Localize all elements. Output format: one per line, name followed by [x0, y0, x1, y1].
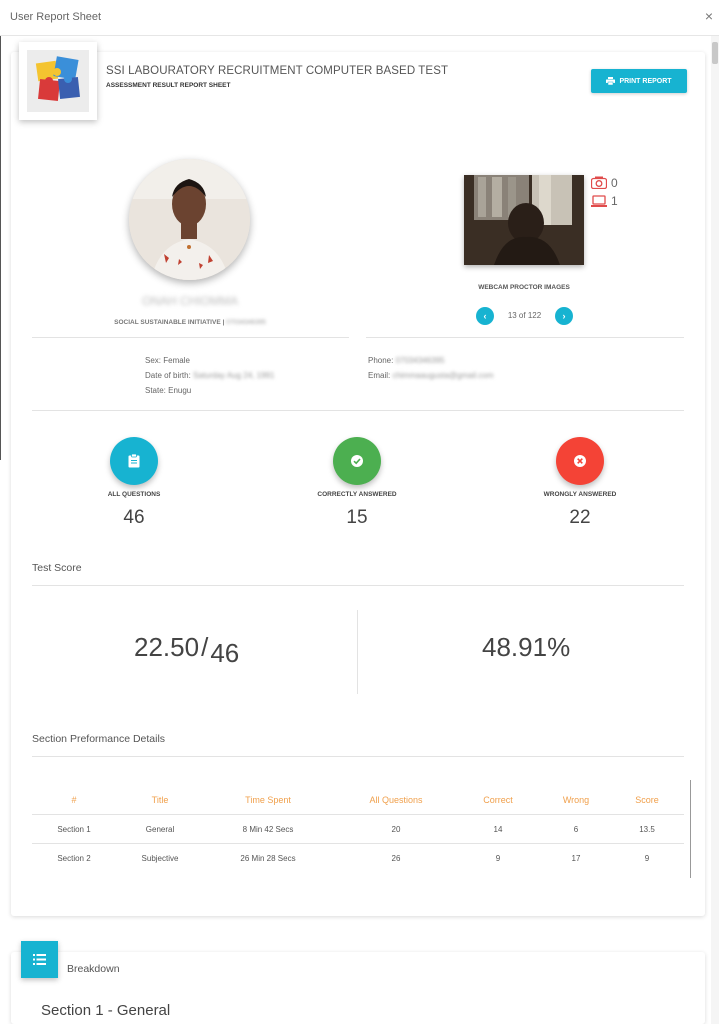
state-row: State: Enugu [145, 386, 192, 395]
cross-icon [574, 455, 586, 467]
print-report-button[interactable]: PRINT REPORT [591, 69, 687, 93]
contact-info: Phone: 07034346395 Email: chimmaaugusta@… [368, 353, 494, 383]
wrong-answers-badge [556, 437, 604, 485]
org-logo [19, 42, 97, 120]
correct-answers-badge [333, 437, 381, 485]
score-value: 22.50/46 [134, 632, 240, 668]
all-questions-label: ALL QUESTIONS [107, 491, 161, 498]
user-name: ONAH CHIOMMA [142, 294, 238, 308]
camera-icon [591, 176, 607, 189]
camera-count: 0 [611, 176, 618, 190]
test-score-heading: Test Score [32, 562, 82, 574]
modal-header: User Report Sheet × [0, 0, 719, 36]
phone-row: Phone: 07034346395 [368, 356, 445, 365]
column-header: Correct [483, 795, 513, 805]
previous-image-button[interactable]: ‹ [476, 307, 494, 325]
next-image-button[interactable]: › [555, 307, 573, 325]
scrollbar-track[interactable] [711, 36, 719, 1024]
table-header-row: # Title Time Spent All Questions Correct… [32, 786, 684, 815]
score-percentage: 48.91% [482, 632, 571, 662]
check-icon [351, 455, 363, 467]
column-header: All Questions [369, 795, 423, 805]
chevron-left-icon: ‹ [483, 311, 487, 321]
page-subtitle: ASSESSMENT RESULT REPORT SHEET [106, 82, 231, 89]
column-header: Score [635, 795, 659, 805]
webcam-label: WEBCAM PROCTOR IMAGES [478, 284, 570, 291]
pager-text: 13 of 122 [507, 311, 542, 320]
list-icon [33, 954, 46, 965]
modal-title: User Report Sheet [10, 11, 102, 23]
section-performance-table: # Title Time Spent All Questions Correct… [32, 786, 684, 873]
divider [32, 410, 684, 411]
score-divider [357, 610, 358, 694]
divider [32, 756, 684, 757]
chevron-right-icon: › [562, 311, 566, 321]
webcam-pager: ‹ 13 of 122 › [476, 307, 573, 325]
breakdown-button[interactable] [21, 941, 58, 978]
table-scroll-edge [690, 780, 691, 878]
wrong-answers-label: WRONGLY ANSWERED [543, 491, 617, 498]
print-report-label: PRINT REPORT [619, 77, 672, 85]
breakdown-section-title: Section 1 - General [41, 1002, 171, 1019]
all-questions-badge [110, 437, 158, 485]
correct-answers-label: CORRECTLY ANSWERED [317, 491, 397, 498]
user-organization: SOCIAL SUSTAINABLE INITIATIVE | 07034346… [114, 319, 266, 326]
column-header: Time Spent [245, 795, 291, 805]
organization-phone: 07034346395 [226, 319, 266, 326]
table-row: Section 1 General 8 Min 42 Secs 20 14 6 … [32, 815, 684, 844]
column-header: Wrong [562, 795, 590, 805]
divider [366, 337, 684, 338]
laptop-icon [591, 195, 607, 207]
all-questions-value: 46 [123, 507, 145, 528]
dob-row: Date of birth: Saturday Aug 24, 1991 [145, 371, 275, 380]
breakdown-label: Breakdown [67, 963, 120, 975]
divider [32, 337, 349, 338]
screen-count: 1 [611, 194, 618, 208]
sex-row: Sex: Female [145, 356, 190, 365]
puzzle-logo-icon [35, 56, 80, 101]
email-row: Email: chimmaaugusta@gmail.com [368, 371, 494, 380]
divider [32, 585, 684, 586]
table-row: Section 2 Subjective 26 Min 28 Secs 26 9… [57, 854, 650, 863]
scrollbar-thumb[interactable] [712, 42, 718, 64]
correct-answers-value: 15 [346, 507, 368, 528]
avatar [129, 159, 250, 280]
wrong-answers-value: 22 [569, 507, 591, 528]
clipboard-icon [128, 454, 140, 468]
webcam-proctor-image[interactable] [464, 175, 584, 265]
page-title: SSI LABOURATORY RECRUITMENT COMPUTER BAS… [106, 65, 449, 77]
section-performance-heading: Section Preformance Details [32, 733, 166, 745]
close-icon[interactable]: × [705, 8, 713, 24]
column-header: # [71, 795, 77, 805]
personal-info: Sex: Female Date of birth: Saturday Aug … [145, 353, 274, 398]
printer-icon [606, 77, 616, 85]
column-header: Title [151, 795, 169, 805]
backdrop-edge [0, 36, 1, 460]
